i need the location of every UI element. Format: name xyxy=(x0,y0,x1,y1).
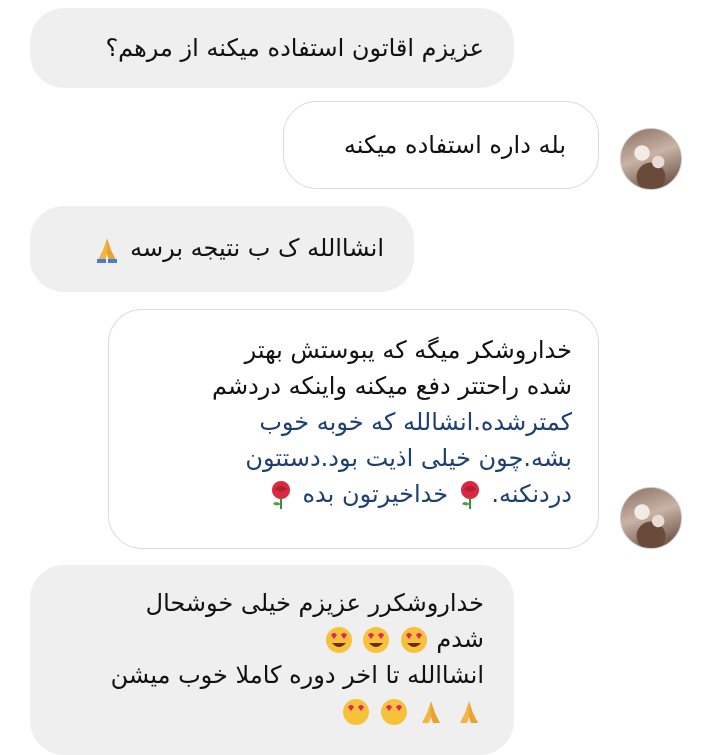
message-text: دردنکنه. xyxy=(491,480,572,508)
message-text: انشاالله ک ب نتیجه برسه xyxy=(130,234,384,262)
folded-hands-icon xyxy=(97,238,118,263)
rose-icon xyxy=(271,481,290,509)
avatar[interactable] xyxy=(620,128,682,190)
folded-hands-icon xyxy=(460,701,478,723)
message-text: عزیزم اقاتون استفاده میکنه از مرهم؟ xyxy=(105,34,484,62)
message-line: کمترشده.انشالله که خوبه خوب xyxy=(259,408,572,436)
message-line: بشه.چون خیلی اذیت بود.دستتون xyxy=(245,444,572,472)
message-line: خداروشکرر عزیزم خیلی خوشحال xyxy=(145,589,484,617)
message-bubble-sent[interactable]: خداروشکرر عزیزم خیلی خوشحال شدم انشاالله… xyxy=(30,565,514,755)
avatar[interactable] xyxy=(620,487,682,549)
message-bubble-received[interactable]: خداروشکر میگه که یبوستش بهتر شده راحتتر … xyxy=(108,309,599,549)
heart-eyes-icon xyxy=(400,627,427,653)
message-bubble-sent[interactable]: انشاالله ک ب نتیجه برسه xyxy=(30,206,414,292)
message-text: خداخیرتون بده xyxy=(302,480,449,508)
heart-eyes-icon xyxy=(325,627,352,653)
message-line: شده راحتتر دفع میکنه واینکه دردشم xyxy=(212,372,572,400)
message-bubble-sent[interactable]: عزیزم اقاتون استفاده میکنه از مرهم؟ xyxy=(30,8,514,88)
message-line: انشاالله تا اخر دوره کاملا خوب میشن xyxy=(110,661,484,689)
heart-eyes-icon xyxy=(343,699,370,725)
message-text: بله داره استفاده میکنه xyxy=(343,131,566,159)
message-text: شدم xyxy=(436,625,484,653)
folded-hands-icon xyxy=(422,701,441,723)
message-bubble-received[interactable]: بله داره استفاده میکنه xyxy=(283,101,599,189)
message-line: خداروشکر میگه که یبوستش بهتر xyxy=(244,336,572,364)
heart-eyes-icon xyxy=(380,699,407,725)
heart-eyes-icon xyxy=(363,627,390,653)
rose-icon xyxy=(460,481,479,509)
